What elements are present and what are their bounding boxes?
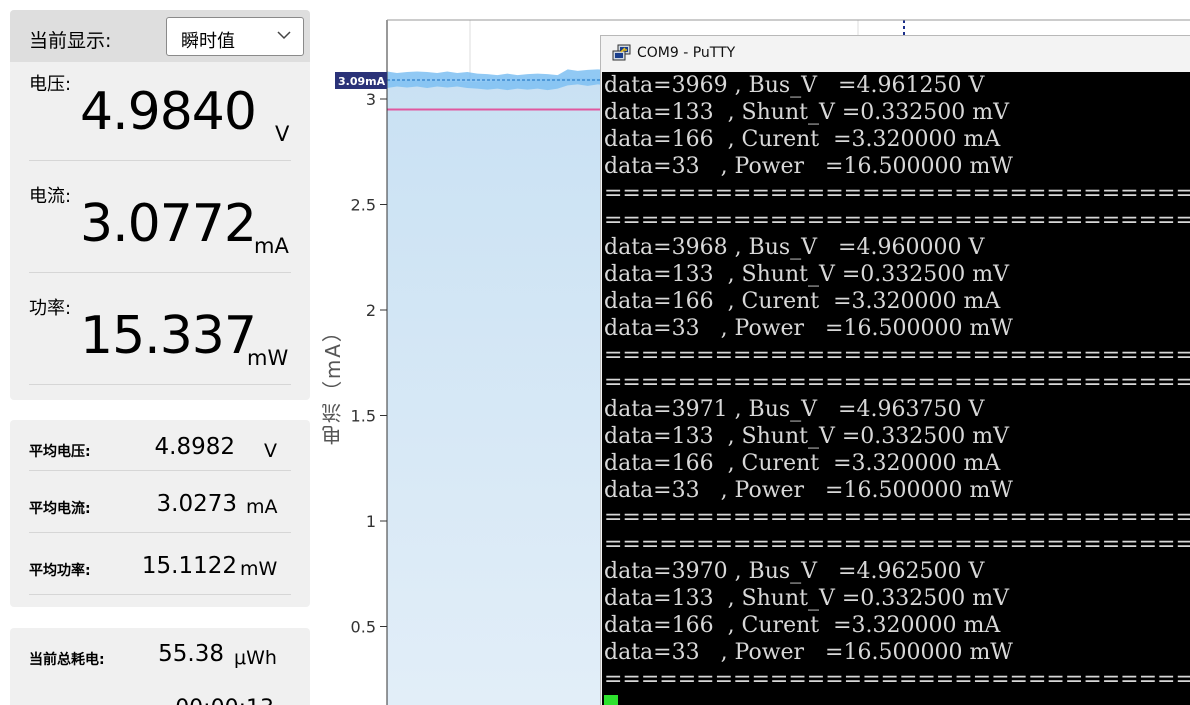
power-value: 15.337 <box>80 306 257 366</box>
total-energy-label: 当前总耗电: <box>29 652 105 668</box>
current-value: 3.0772 <box>80 194 257 254</box>
avg-voltage-value: 4.8982 <box>154 434 235 460</box>
avg-voltage-unit: V <box>264 440 277 462</box>
terminal-line: data=133 , Shunt_V =0.332500 mV <box>604 586 1010 611</box>
current-label: 电流: <box>29 186 72 207</box>
y-tick-label: 2 <box>366 301 376 320</box>
divider <box>29 272 291 273</box>
putty-window[interactable]: COM9 - PuTTY data=3969 , Bus_V =4.961250… <box>600 35 1190 705</box>
putty-app-icon <box>612 44 631 61</box>
putty-title-bar[interactable]: COM9 - PuTTY <box>601 36 1190 72</box>
terminal-line: ==================================== <box>604 505 1190 530</box>
divider <box>29 384 291 385</box>
total-energy-unit: μWh <box>234 647 277 669</box>
terminal-line: data=166 , Curent =3.320000 mA <box>604 127 1001 152</box>
y-tick-label: 1.5 <box>351 407 376 426</box>
y-tick-label: 1 <box>366 512 376 531</box>
terminal-line: data=166 , Curent =3.320000 mA <box>604 613 1001 638</box>
voltage-value: 4.9840 <box>80 82 257 142</box>
terminal-line: ==================================== <box>604 343 1190 368</box>
y-tick-label: 2.5 <box>351 196 376 215</box>
chevron-down-icon <box>277 31 291 40</box>
terminal-line: data=166 , Curent =3.320000 mA <box>604 451 1001 476</box>
display-mode-label: 当前显示: <box>29 30 112 52</box>
terminal-line: ==================================== <box>604 181 1190 206</box>
current-marker: 3.09mA <box>335 72 387 89</box>
terminal-cursor <box>604 695 618 705</box>
terminal-line: data=33 , Power =16.500000 mW <box>604 640 1013 665</box>
terminal-line: data=33 , Power =16.500000 mW <box>604 478 1013 503</box>
power-unit: mW <box>247 346 289 370</box>
terminal-output[interactable]: data=3969 , Bus_V =4.961250 Vdata=133 , … <box>602 72 1190 705</box>
avg-current-label: 平均电流: <box>29 501 91 517</box>
terminal-line: ==================================== <box>604 667 1190 692</box>
avg-voltage-label: 平均电压: <box>29 444 91 460</box>
marker-label: 3.09mA <box>338 75 386 88</box>
terminal-line: data=133 , Shunt_V =0.332500 mV <box>604 262 1010 287</box>
divider <box>29 594 291 595</box>
terminal-line: data=33 , Power =16.500000 mW <box>604 316 1013 341</box>
current-unit: mA <box>254 234 289 258</box>
terminal-line: data=3968 , Bus_V =4.960000 V <box>604 235 985 260</box>
avg-current-value: 3.0273 <box>156 491 237 517</box>
duration-value: 00:00:13 <box>164 696 274 705</box>
putty-title: COM9 - PuTTY <box>637 45 736 61</box>
avg-power-value: 15.1122 <box>141 553 237 579</box>
terminal-line: ==================================== <box>604 208 1190 233</box>
voltage-label: 电压: <box>29 74 72 95</box>
display-mode-select[interactable]: 瞬时值 <box>166 17 304 56</box>
divider <box>29 160 291 161</box>
terminal-line: data=3970 , Bus_V =4.962500 V <box>604 559 985 584</box>
display-mode-value: 瞬时值 <box>181 31 235 52</box>
terminal-line: ==================================== <box>604 370 1190 395</box>
power-label: 功率: <box>29 298 72 319</box>
voltage-unit: V <box>275 122 290 146</box>
terminal-line: data=3971 , Bus_V =4.963750 V <box>604 397 985 422</box>
terminal-line: data=133 , Shunt_V =0.332500 mV <box>604 100 1010 125</box>
y-tick-label: 0.5 <box>351 618 376 637</box>
instant-values-panel: 当前显示: 瞬时值 电压: 4.9840 V 电流: 3.0772 mA 功率:… <box>10 10 310 400</box>
terminal-line: data=133 , Shunt_V =0.332500 mV <box>604 424 1010 449</box>
divider <box>29 470 291 471</box>
energy-panel: 当前总耗电: 55.38 μWh 00:00:13 <box>10 628 310 705</box>
average-values-panel: 平均电压: 4.8982 V 平均电流: 3.0273 mA 平均功率: 15.… <box>10 420 310 607</box>
display-mode-row: 当前显示: 瞬时值 <box>10 10 310 62</box>
terminal-line: data=3969 , Bus_V =4.961250 V <box>604 73 985 98</box>
terminal-line: data=166 , Curent =3.320000 mA <box>604 289 1001 314</box>
divider <box>29 532 291 533</box>
total-energy-value: 55.38 <box>158 641 224 667</box>
avg-power-unit: mW <box>240 558 278 580</box>
avg-current-unit: mA <box>246 496 278 518</box>
y-tick-label: 3 <box>366 90 376 109</box>
terminal-line: data=33 , Power =16.500000 mW <box>604 154 1013 179</box>
avg-power-label: 平均功率: <box>29 563 91 579</box>
terminal-line: ==================================== <box>604 532 1190 557</box>
